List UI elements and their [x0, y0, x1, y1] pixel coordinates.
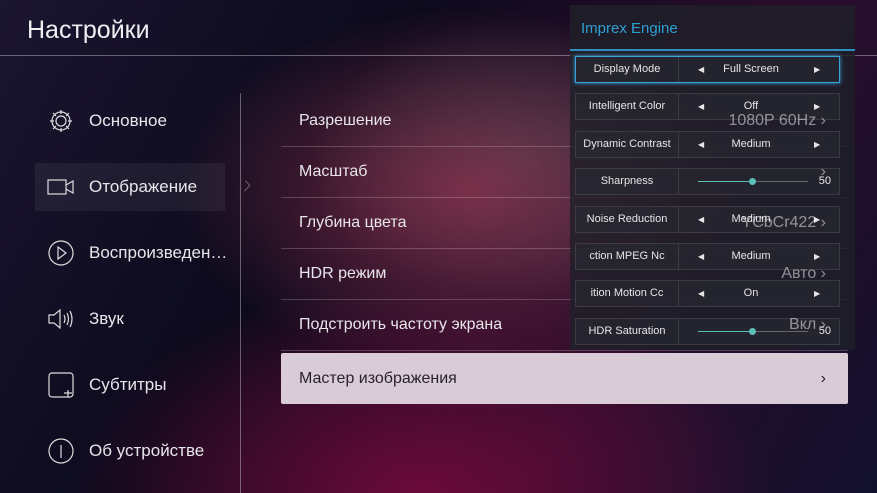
gear-icon [50, 110, 72, 132]
sidebar-item-general[interactable]: Основное [35, 97, 225, 145]
subtitles-icon [48, 372, 74, 398]
imprex-engine-panel: Imprex Engine Display Mode ◀ Full Screen ▶ I… [570, 5, 855, 350]
sidebar-item-sound[interactable]: Звук [35, 295, 225, 343]
panel-row[interactable]: Sharpness 50 [575, 168, 840, 196]
video-camera-icon [47, 179, 74, 195]
panel-row-label: Intelligent Color [576, 94, 679, 120]
setting-label: HDR режим [299, 265, 387, 282]
speaker-icon [48, 308, 73, 330]
sidebar-item-playback[interactable]: Воспроизведен… [35, 229, 228, 277]
sidebar-item-label: Отображение [89, 177, 198, 196]
setting-value: Вкл › [789, 316, 826, 333]
page-title: Настройки [27, 16, 150, 44]
panel-row-label: Noise Reduction [576, 206, 679, 232]
right-arrow-icon[interactable]: ▶ [814, 281, 820, 306]
divider [570, 49, 855, 51]
setting-label: Масштаб [299, 163, 368, 180]
setting-value: YCbCr422 › [741, 214, 826, 231]
sidebar-item-label: Основное [89, 111, 167, 130]
panel-row[interactable]: Display Mode ◀ Full Screen ▶ [575, 56, 840, 83]
panel-row-label: ition Motion Cc [576, 281, 679, 307]
slider-thumb[interactable] [749, 327, 756, 335]
panel-row-label: Display Mode [576, 57, 679, 82]
sidebar-item-label: Воспроизведен… [89, 243, 228, 262]
setting-label: Подстроить частоту экрана [299, 316, 503, 333]
sidebar-item-label: Об устройстве [89, 441, 205, 460]
sidebar-item-display[interactable]: Отображение [35, 163, 225, 211]
selection-caret [239, 180, 251, 192]
play-circle-icon [48, 240, 74, 266]
setting-label: Глубина цвета [299, 214, 407, 231]
setting-value: Авто › [781, 265, 826, 282]
chevron-right-icon: › [820, 163, 826, 180]
chevron-right-icon: › [820, 369, 826, 387]
panel-row[interactable]: Dynamic Contrast ◀ Medium ▶ [575, 130, 840, 158]
panel-row-value: Full Screen [723, 63, 779, 75]
slider-fill [698, 181, 753, 183]
panel-title: Imprex Engine [581, 20, 678, 37]
slider[interactable] [698, 178, 808, 186]
sidebar-item-label: Субтитры [89, 375, 167, 394]
panel-row-value: On [743, 287, 759, 300]
setting-picture-wizard[interactable]: Мастер изображения › [281, 353, 848, 404]
divider [240, 93, 241, 493]
right-arrow-icon[interactable]: ▶ [814, 132, 820, 157]
panel-row-label: HDR Saturation [576, 318, 679, 344]
panel-row-label: ction MPEG Nc [576, 244, 679, 269]
info-icon [48, 438, 74, 464]
right-arrow-icon[interactable]: ▶ [814, 57, 820, 82]
sidebar-item-subtitles[interactable]: Субтитры [35, 361, 225, 409]
setting-label: Мастер изображения [299, 369, 457, 387]
slider-fill [698, 330, 753, 332]
panel-row[interactable]: ition Motion Cc ◀ On ▶ [575, 280, 840, 308]
panel-row-label: Dynamic Contrast [576, 131, 679, 157]
slider-thumb[interactable] [749, 178, 756, 186]
panel-row-value: Medium [731, 137, 771, 150]
panel-row-label: Sharpness [576, 169, 679, 195]
sidebar-item-label: Звук [89, 309, 124, 328]
setting-value: 1080P 60Hz › [728, 112, 826, 129]
sidebar-item-about[interactable]: Об устройстве [35, 427, 225, 475]
setting-label: Разрешение [299, 112, 392, 129]
